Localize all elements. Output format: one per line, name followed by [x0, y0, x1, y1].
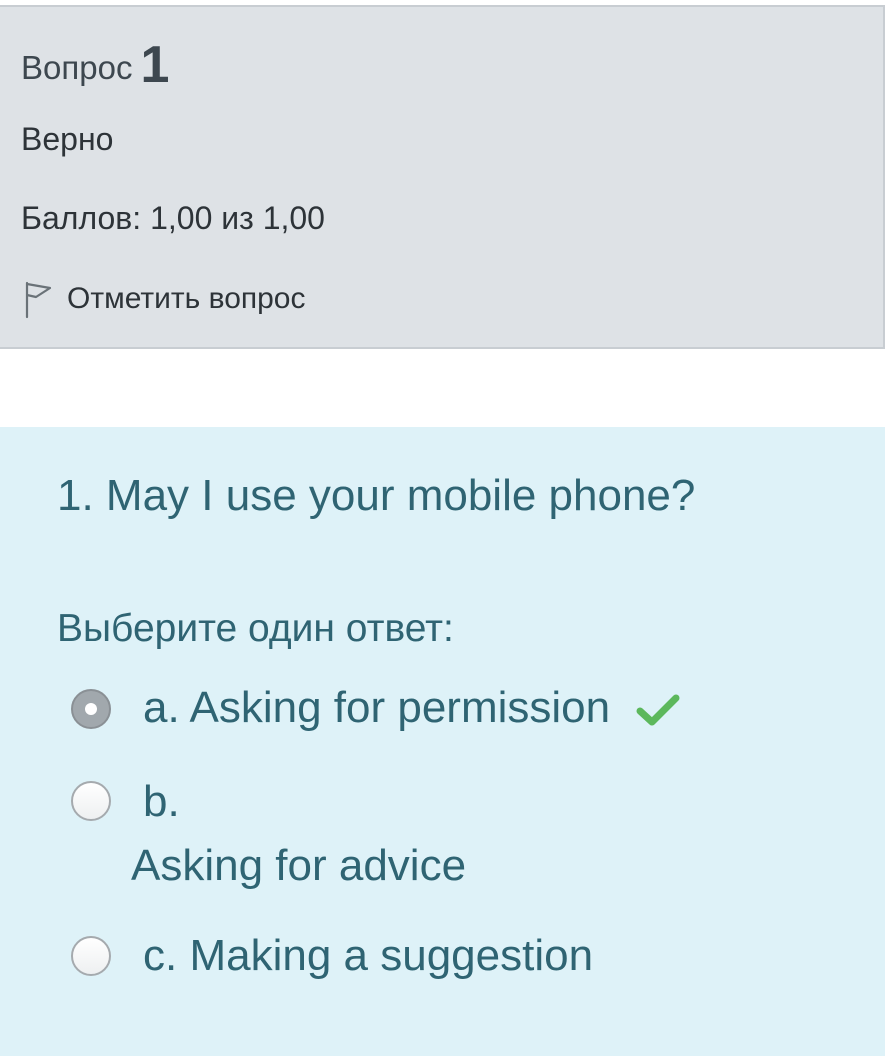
option-a-text: Asking for permission — [189, 683, 611, 732]
flag-question-label: Отметить вопрос — [67, 282, 306, 315]
option-a-label[interactable]: a. Asking for permission — [143, 683, 680, 733]
flag-icon — [25, 281, 52, 319]
question-number: 1 — [140, 36, 170, 94]
flag-question-button[interactable]: Отметить вопрос — [21, 279, 306, 319]
option-c-text: Making a suggestion — [189, 931, 594, 980]
option-a-prefix: a. — [143, 683, 180, 732]
option-c-radio[interactable] — [71, 936, 111, 976]
checkmark-icon — [636, 694, 680, 726]
option-b-radio[interactable] — [71, 781, 111, 821]
option-c-label[interactable]: c. Making a suggestion — [143, 931, 593, 981]
answer-prompt: Выберите один ответ: — [57, 607, 454, 650]
question-info-panel: Вопрос 1 Верно Баллов: 1,00 из 1,00 Отмет… — [0, 5, 885, 349]
question-text: 1. May I use your mobile phone? — [57, 471, 696, 520]
option-b-text[interactable]: Asking for advice — [131, 841, 466, 891]
question-content-panel: 1. May I use your mobile phone? Выберите… — [0, 427, 885, 1056]
question-grade: Баллов: 1,00 из 1,00 — [21, 200, 325, 236]
option-c-prefix: c. — [143, 931, 178, 980]
question-number-heading: Вопрос 1 — [21, 35, 169, 95]
question-label: Вопрос — [21, 49, 133, 86]
option-a-radio[interactable] — [71, 689, 111, 729]
question-state: Верно — [21, 121, 114, 157]
option-b-prefix[interactable]: b. — [143, 777, 180, 827]
